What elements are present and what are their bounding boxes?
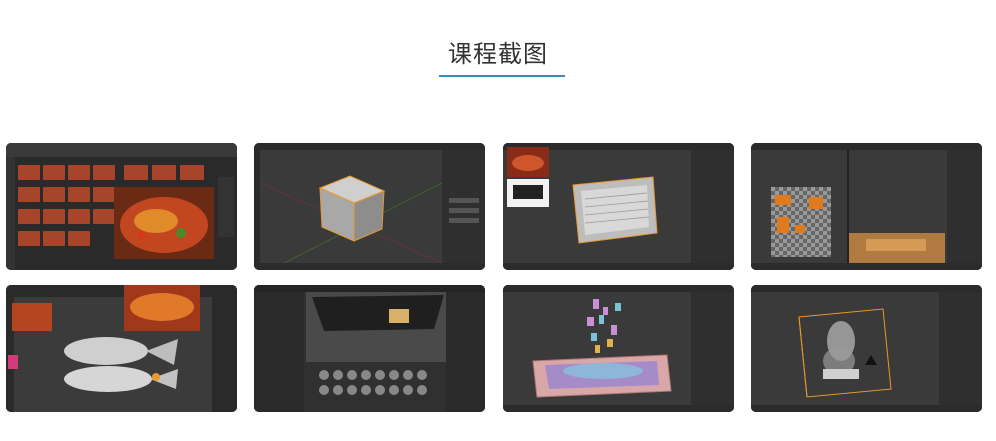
screenshot-blender-smoke-volume[interactable] [751,285,982,412]
uv-texture-illustration [751,143,982,270]
screenshot-zbrush-fish-sculpt[interactable] [6,285,237,412]
blender-cube-illustration [254,143,485,270]
title-underline [439,75,565,77]
material-browser-illustration [254,285,485,412]
food-particles-illustration [503,285,734,412]
screenshot-blender-material-browser[interactable] [254,285,485,412]
section-title: 课程截图 [448,40,548,68]
gallery-illustration [6,143,237,270]
screenshot-blender-tray-model[interactable] [503,143,734,270]
tray-model-illustration [503,143,734,270]
screenshot-blender-uv-texture[interactable] [751,143,982,270]
smoke-volume-illustration [751,285,982,412]
screenshot-blender-default-cube[interactable] [254,143,485,270]
screenshot-blender-food-particles[interactable] [503,285,734,412]
fish-sculpt-illustration [6,285,237,412]
screenshot-food-photo-gallery[interactable] [6,143,237,270]
